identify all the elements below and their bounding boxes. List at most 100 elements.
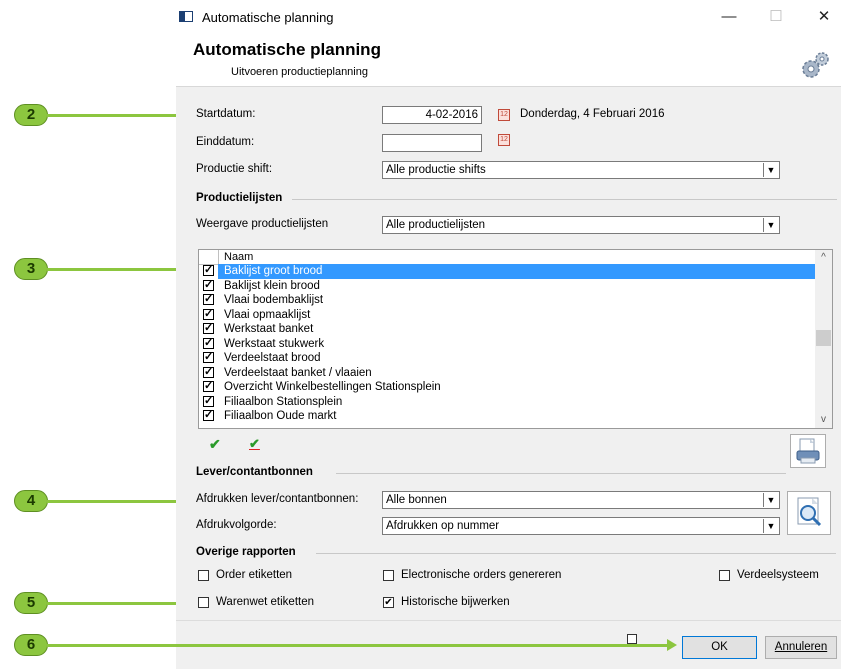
calendar-icon[interactable]: 12 [498, 134, 510, 146]
title-bar[interactable]: Automatische planning — ☐ ✕ [176, 0, 841, 34]
list-item-checkbox[interactable]: ✓ [203, 294, 214, 305]
list-item-checkbox[interactable]: ✓ [203, 279, 214, 291]
list-item[interactable]: ✓ Filiaalbon Stationsplein [199, 395, 815, 410]
weergave-select-value: Alle productielijsten [386, 219, 486, 231]
list-item[interactable]: ✓ Verdeelstaat brood [199, 351, 815, 366]
list-item-checkbox[interactable]: ✓ [203, 337, 214, 349]
verdeelsysteem-label[interactable]: Verdeelsysteem [737, 569, 819, 581]
list-item-label: Baklijst groot brood [218, 264, 815, 279]
list-item[interactable]: ✓ Verdeelstaat banket / vlaaien [199, 366, 815, 381]
list-item[interactable]: ✓ Baklijst groot brood [199, 264, 815, 279]
callout-2-line [47, 114, 181, 117]
list-item-checkbox[interactable]: ✓ [203, 381, 214, 392]
warenwet-etiketten-checkbox[interactable] [198, 597, 209, 608]
uncheck-all-icon[interactable]: ✔ [249, 436, 260, 452]
lever-header: Lever/contantbonnen [196, 466, 313, 478]
startdatum-input[interactable]: 4-02-2016 [382, 106, 482, 124]
callout-6-arrowhead [667, 639, 677, 651]
callout-6-line [47, 644, 667, 647]
page-subtitle: Uitvoeren productieplanning [231, 66, 368, 78]
list-item-checkbox[interactable]: ✓ [203, 410, 214, 421]
callout-number: 4 [26, 492, 36, 509]
list-item[interactable]: ✓ Overzicht Winkelbestellingen Stationspl… [199, 380, 815, 395]
list-item[interactable]: ✓ Baklijst klein brood [199, 279, 815, 294]
annuleren-button[interactable]: Annuleren [765, 636, 837, 659]
dropdown-arrow-icon[interactable]: ▼ [763, 163, 778, 177]
electronische-orders-checkbox[interactable] [383, 570, 394, 581]
callout-3-line [47, 268, 181, 271]
afdrukvolgorde-select[interactable]: Afdrukken op nummer ▼ [382, 517, 780, 535]
list-item-label: Verdeelstaat banket / vlaaien [224, 366, 372, 379]
cursor-marker [627, 634, 637, 644]
preview-magnifier-icon [797, 497, 822, 527]
einddatum-input[interactable] [382, 134, 482, 152]
verdeelsysteem-checkbox[interactable] [719, 570, 730, 581]
list-item-checkbox[interactable]: ✓ [203, 366, 214, 378]
callout-number: 6 [26, 636, 36, 653]
window-title: Automatische planning [202, 10, 334, 25]
callout-number: 2 [26, 106, 36, 123]
ok-button[interactable]: OK [682, 636, 757, 659]
warenwet-etiketten-label[interactable]: Warenwet etiketten [216, 596, 314, 608]
callout-5: 5 [14, 592, 48, 614]
minimize-button[interactable]: — [711, 6, 747, 28]
list-item-checkbox[interactable]: ✓ [203, 323, 214, 334]
afdrukvolgorde-select-value: Afdrukken op nummer [386, 520, 500, 532]
printer-icon [796, 438, 820, 464]
scroll-up-icon[interactable]: ^ [815, 250, 832, 266]
dropdown-arrow-icon[interactable]: ▼ [763, 493, 778, 507]
list-item-checkbox[interactable]: ✓ [203, 395, 214, 407]
print-preview-bonnen-button[interactable] [787, 491, 831, 535]
historische-bijwerken-label[interactable]: Historische bijwerken [401, 596, 510, 608]
order-etiketten-checkbox[interactable] [198, 570, 209, 581]
print-preview-lists-button[interactable] [790, 434, 826, 468]
callout-5-line [47, 602, 181, 605]
electronische-orders-label[interactable]: Electronische orders genereren [401, 569, 561, 581]
list-item-checkbox[interactable]: ✓ [203, 308, 214, 320]
weergave-select[interactable]: Alle productielijsten ▼ [382, 216, 780, 234]
dialog-header: Automatische planning Uitvoeren producti… [176, 34, 841, 87]
automatische-planning-dialog: Automatische planning — ☐ ✕ Automatische… [176, 0, 841, 669]
list-item-label: Werkstaat stukwerk [224, 337, 325, 350]
gears-icon [802, 52, 829, 78]
dropdown-arrow-icon[interactable]: ▼ [763, 519, 778, 533]
productielijsten-header: Productielijsten [196, 192, 283, 204]
calendar-icon[interactable]: 12 [498, 109, 510, 121]
overige-header: Overige rapporten [196, 546, 296, 558]
shift-select[interactable]: Alle productie shifts ▼ [382, 161, 780, 179]
callout-number: 5 [26, 594, 36, 611]
list-item-checkbox[interactable]: ✓ [203, 352, 214, 363]
weergave-label: Weergave productielijsten [196, 218, 329, 230]
list-item-checkbox[interactable]: ✓ [203, 265, 214, 276]
list-item[interactable]: ✓ Werkstaat banket [199, 322, 815, 337]
scroll-thumb[interactable] [816, 330, 831, 346]
list-item[interactable]: ✓ Filiaalbon Oude markt [199, 409, 815, 424]
dropdown-arrow-icon[interactable]: ▼ [763, 218, 778, 232]
afdrukvolgorde-label: Afdrukvolgorde: [196, 519, 277, 531]
list-item[interactable]: ✓ Vlaai bodembaklijst [199, 293, 815, 308]
productielijsten-list[interactable]: Naam ✓ Baklijst groot brood ✓ Baklijst klei… [198, 249, 833, 429]
list-item-label: Vlaai bodembaklijst [224, 294, 324, 306]
list-item-label: Vlaai opmaaklijst [224, 308, 311, 321]
list-item-label: Filiaalbon Oude markt [224, 410, 337, 422]
scroll-down-icon[interactable]: v [815, 412, 832, 428]
close-button[interactable]: ✕ [806, 6, 841, 28]
callout-4-line [47, 500, 181, 503]
callout-2: 2 [14, 104, 48, 126]
list-item-label: Overzicht Winkelbestellingen Stationsple… [224, 381, 441, 393]
naam-column-header[interactable]: Naam [224, 250, 253, 264]
list-scrollbar[interactable]: ^ v [815, 250, 832, 428]
check-all-icon[interactable]: ✔ [209, 436, 221, 453]
list-item[interactable]: ✓ Werkstaat stukwerk [199, 337, 815, 352]
callout-number: 3 [26, 260, 36, 277]
callout-3: 3 [14, 258, 48, 280]
maximize-button[interactable]: ☐ [758, 6, 794, 28]
afdrukken-select[interactable]: Alle bonnen ▼ [382, 491, 780, 509]
list-item[interactable]: ✓ Vlaai opmaaklijst [199, 308, 815, 323]
historische-bijwerken-checkbox[interactable]: ✔ [383, 597, 394, 608]
list-item-label: Werkstaat banket [224, 323, 314, 335]
afdrukken-select-value: Alle bonnen [386, 494, 447, 506]
startdatum-label: Startdatum: [196, 108, 256, 120]
order-etiketten-label[interactable]: Order etiketten [216, 569, 292, 581]
shift-select-value: Alle productie shifts [386, 164, 486, 176]
